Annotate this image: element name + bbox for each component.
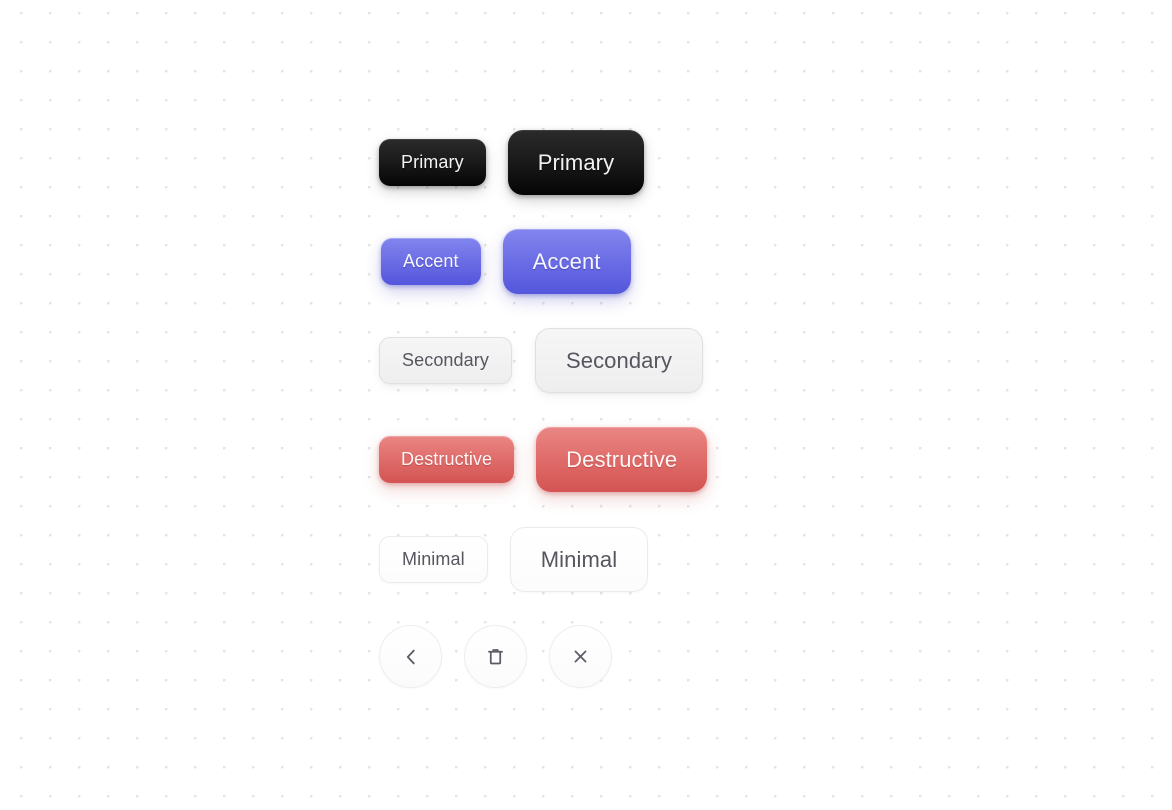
trash-icon <box>485 646 506 667</box>
destructive-button-large[interactable]: Destructive <box>536 427 708 492</box>
minimal-button-large[interactable]: Minimal <box>509 527 649 592</box>
secondary-button-small[interactable]: Secondary <box>379 337 512 384</box>
close-icon <box>570 646 591 667</box>
accent-button-small[interactable]: Accent <box>381 238 481 285</box>
button-row-accent: Accent Accent <box>381 229 631 294</box>
button-row-minimal: Minimal Minimal <box>379 527 649 592</box>
close-button[interactable] <box>549 625 612 688</box>
minimal-button-small[interactable]: Minimal <box>379 536 488 583</box>
button-row-secondary: Secondary Secondary <box>379 328 704 393</box>
chevron-left-icon <box>400 646 422 668</box>
button-row-destructive: Destructive Destructive <box>379 427 708 492</box>
button-showcase-canvas: Primary Primary Accent Accent Secondary … <box>0 0 1172 810</box>
primary-button-large[interactable]: Primary <box>507 130 645 195</box>
destructive-button-small[interactable]: Destructive <box>379 436 515 483</box>
primary-button-small[interactable]: Primary <box>379 139 486 186</box>
back-button[interactable] <box>379 625 442 688</box>
button-row-primary: Primary Primary <box>379 130 645 195</box>
icon-button-row <box>379 625 612 688</box>
accent-button-large[interactable]: Accent <box>502 229 631 294</box>
secondary-button-large[interactable]: Secondary <box>534 328 704 393</box>
delete-button[interactable] <box>464 625 527 688</box>
